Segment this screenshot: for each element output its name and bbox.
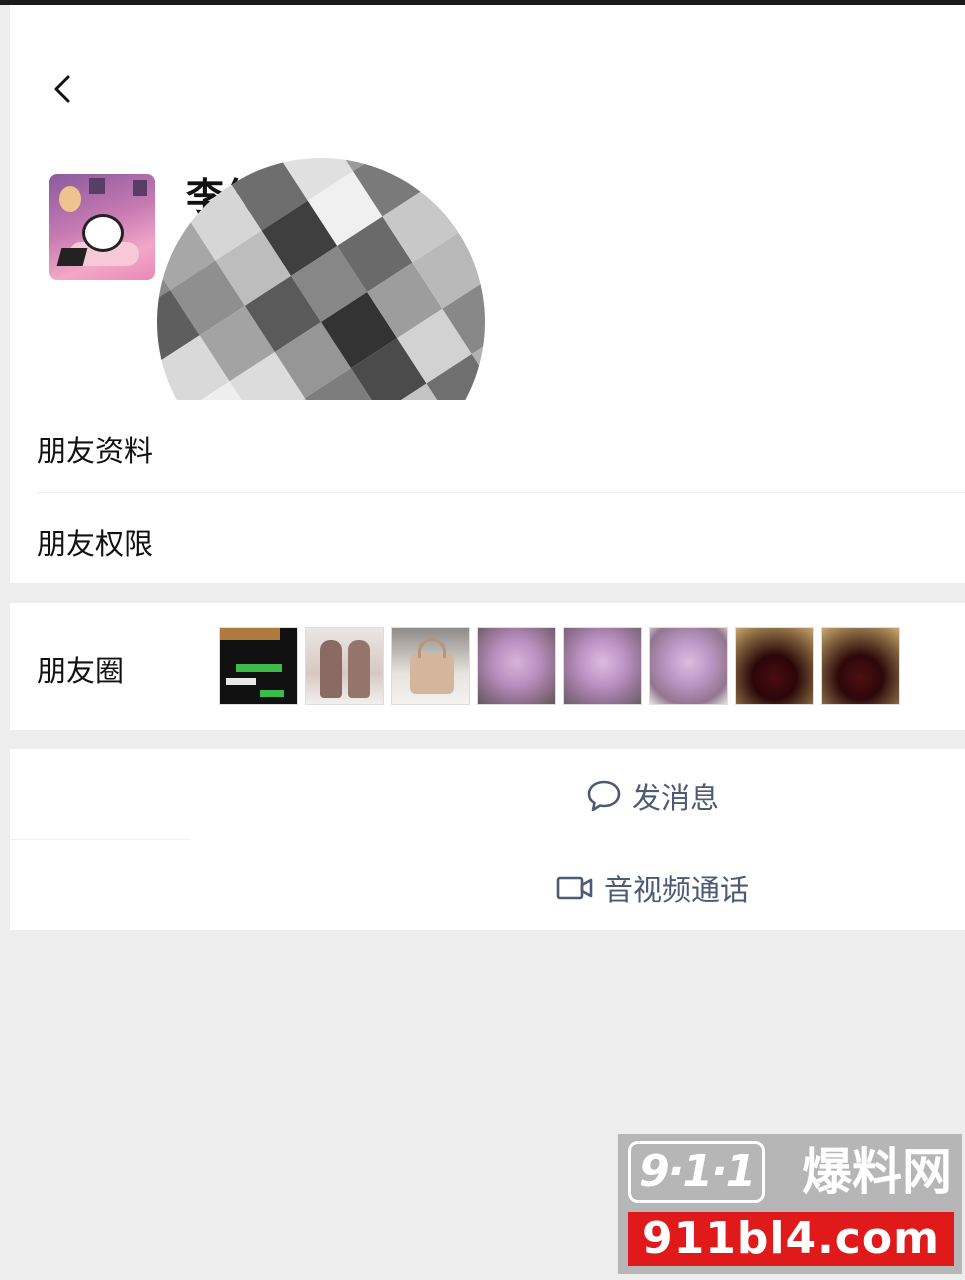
back-button[interactable] xyxy=(48,69,78,109)
avatar-figure-head xyxy=(82,214,124,252)
divider xyxy=(10,839,190,840)
avatar-laptop xyxy=(56,248,88,266)
moments-thumbnail-shoes[interactable] xyxy=(305,627,384,705)
thumb-detail xyxy=(220,628,280,640)
watermark-top: 9·1·1 爆料网 xyxy=(628,1140,952,1204)
thumb-detail xyxy=(418,638,446,658)
menu-label-permissions: 朋友权限 xyxy=(37,527,154,561)
thumb-detail xyxy=(410,654,454,694)
chevron-left-icon xyxy=(54,75,70,103)
send-message-label: 发消息 xyxy=(632,781,720,815)
send-message-button[interactable]: 发消息 xyxy=(586,775,719,817)
moments-thumbnail-red-roses-2[interactable] xyxy=(821,627,900,705)
moments-thumbnail-handbag[interactable] xyxy=(391,627,470,705)
moments-thumbnail-chat-screenshot[interactable] xyxy=(219,627,298,705)
moments-thumbnail-pink-flowers-3[interactable] xyxy=(649,627,728,705)
watermark-name: 爆料网 xyxy=(802,1143,952,1201)
actions-card: 发消息 音视频通话 xyxy=(10,749,965,930)
video-call-label: 音视频通话 xyxy=(604,873,750,907)
menu-label-moments: 朋友圈 xyxy=(37,654,125,688)
video-camera-icon xyxy=(556,876,593,900)
watermark-url: 911bl4.com xyxy=(628,1212,954,1266)
moments-row[interactable]: 朋友圈 xyxy=(10,603,965,730)
thumb-detail xyxy=(348,640,370,698)
moments-thumbnail-red-roses-1[interactable] xyxy=(735,627,814,705)
thumb-detail xyxy=(226,678,256,685)
menu-label-profile: 朋友资料 xyxy=(37,434,154,468)
moments-thumbnail-pink-flowers-1[interactable] xyxy=(477,627,556,705)
moments-thumbnail-pink-flowers-2[interactable] xyxy=(563,627,642,705)
thumb-detail xyxy=(236,664,282,672)
thumb-detail xyxy=(320,640,342,698)
avatar-lamp xyxy=(59,186,81,212)
watermark-logo: 9·1·1 xyxy=(628,1141,766,1203)
avatar-frame xyxy=(133,180,147,196)
menu-row-permissions[interactable]: 朋友权限 xyxy=(10,493,965,583)
avatar-frame xyxy=(89,178,105,194)
avatar[interactable] xyxy=(49,174,155,280)
video-call-button[interactable]: 音视频通话 xyxy=(556,867,749,909)
menu-row-profile[interactable]: 朋友资料 xyxy=(10,400,965,490)
watermark: 9·1·1 爆料网 911bl4.com xyxy=(618,1134,962,1274)
thumb-detail xyxy=(260,690,284,697)
chat-bubble-icon xyxy=(587,780,621,812)
